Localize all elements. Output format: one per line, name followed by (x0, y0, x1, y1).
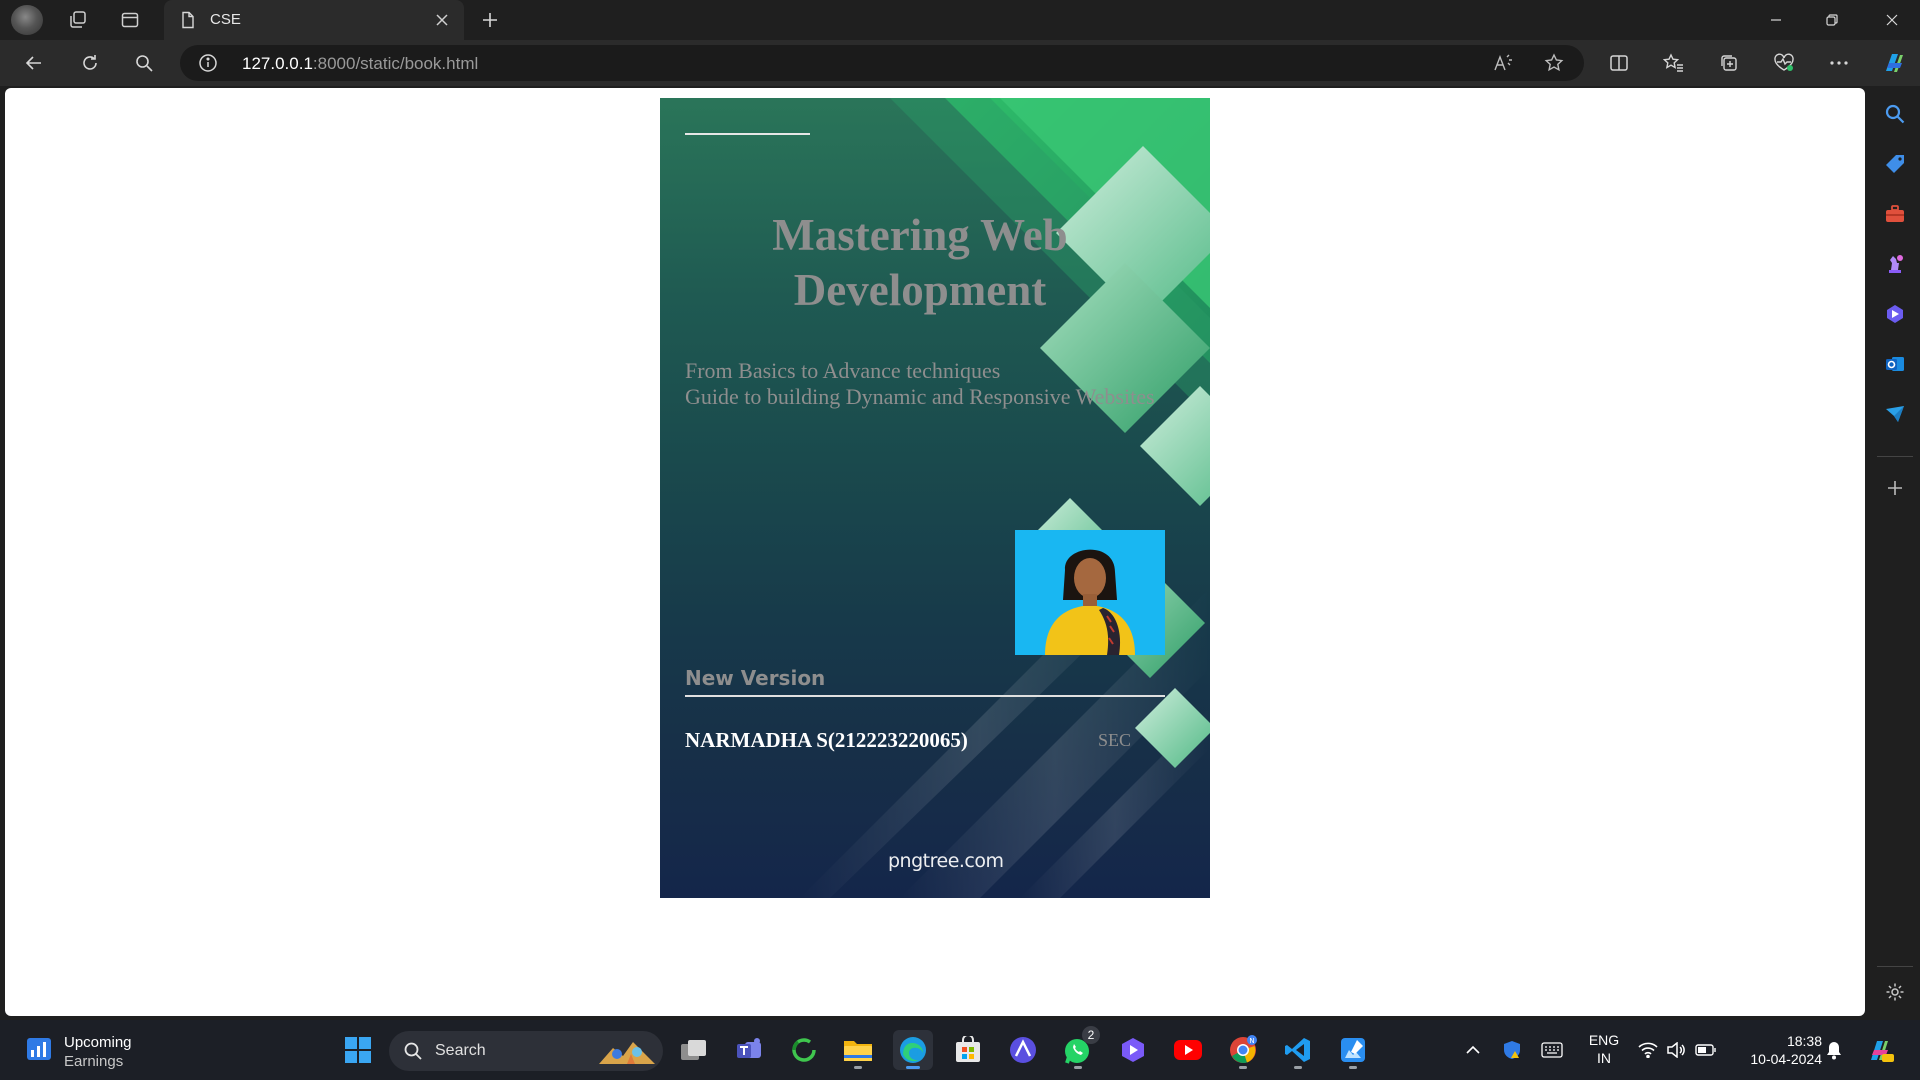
sidebar-search-icon[interactable] (1879, 98, 1911, 130)
author-photo (1015, 530, 1165, 655)
add-sidebar-app-icon[interactable] (1879, 472, 1911, 504)
edge-sidebar (1870, 88, 1920, 1016)
book-subtitle: From Basics to Advance techniques Guide … (685, 358, 1155, 409)
microsoft-store-icon[interactable] (948, 1030, 988, 1070)
person-portrait-icon (1045, 549, 1135, 655)
running-indicator (854, 1066, 862, 1069)
widgets-button[interactable]: Upcoming Earnings (26, 1034, 132, 1070)
site-info-icon[interactable] (198, 53, 218, 78)
running-indicator (1294, 1066, 1302, 1069)
address-bar[interactable]: 127.0.0.1:8000/static/book.html (180, 45, 1584, 81)
sidebar-settings-gear-icon[interactable] (1879, 976, 1911, 1008)
watermark-text: pngtree.com (888, 850, 1004, 872)
clock-date: 10-04-2024 (1750, 1051, 1822, 1067)
browser-essentials-icon[interactable] (1766, 45, 1802, 81)
sidebar-divider-bottom (1877, 966, 1913, 967)
shopping-tag-icon[interactable] (1879, 148, 1911, 180)
clipchamp-icon[interactable] (1113, 1030, 1153, 1070)
active-indicator (906, 1066, 920, 1069)
copilot-icon[interactable] (1876, 45, 1912, 81)
document-icon (180, 11, 196, 34)
url-text[interactable]: 127.0.0.1:8000/static/book.html (242, 54, 478, 74)
read-aloud-icon[interactable] (1490, 49, 1518, 77)
system-clock[interactable]: 18:38 10-04-2024 (1732, 1032, 1822, 1068)
split-screen-icon[interactable] (1601, 45, 1637, 81)
games-chess-icon[interactable] (1879, 248, 1911, 280)
proton-vpn-icon[interactable] (1003, 1030, 1043, 1070)
favorites-icon[interactable] (1656, 45, 1692, 81)
widget-title: Upcoming (64, 1034, 132, 1051)
show-hidden-icons-chevron-icon[interactable] (1453, 1030, 1493, 1070)
widget-subtitle: Earnings (64, 1053, 124, 1070)
vscode-icon[interactable] (1278, 1030, 1318, 1070)
tab-title: CSE (210, 11, 241, 28)
windows-logo-icon (345, 1037, 371, 1063)
paint-editor-icon[interactable] (1333, 1030, 1373, 1070)
security-shield-icon[interactable] (1494, 1030, 1530, 1070)
new-tab-button[interactable] (472, 4, 508, 36)
back-button[interactable] (16, 45, 52, 81)
collections-icon[interactable] (1711, 45, 1747, 81)
book-title: Mastering Web Development (772, 210, 1068, 315)
task-view-icon[interactable] (674, 1030, 714, 1070)
sidebar-divider (1877, 456, 1913, 457)
cover-divider (685, 695, 1165, 697)
chrome-icon[interactable]: N (1223, 1030, 1263, 1070)
battery-icon[interactable] (1688, 1030, 1724, 1070)
send-plane-icon[interactable] (1879, 398, 1911, 430)
start-button[interactable] (338, 1030, 378, 1070)
cover-top-line (685, 133, 810, 135)
tab-cse[interactable]: CSE (164, 0, 464, 40)
running-indicator (1074, 1066, 1082, 1069)
keyboard-icon[interactable] (1534, 1030, 1570, 1070)
tools-briefcase-icon[interactable] (1879, 198, 1911, 230)
copilot-preview-icon[interactable] (1860, 1030, 1900, 1070)
search-icon (404, 1042, 422, 1060)
svg-text:N: N (1249, 1037, 1254, 1045)
copilot-sidebar-icon[interactable] (1879, 298, 1911, 330)
whatsapp-icon[interactable]: 2 (1058, 1026, 1100, 1070)
page-viewport: Mastering Web Development From Basics to… (5, 88, 1865, 1016)
running-indicator (1349, 1066, 1357, 1069)
refresh-button[interactable] (72, 45, 108, 81)
author-name: NARMADHA S(212223220065) (685, 728, 968, 752)
clock-time: 18:38 (1786, 1033, 1822, 1049)
close-tab-icon[interactable] (430, 8, 454, 32)
book-cover: Mastering Web Development From Basics to… (660, 98, 1210, 898)
minimize-button[interactable] (1748, 0, 1804, 40)
more-menu-icon[interactable] (1821, 45, 1857, 81)
outlook-icon[interactable] (1879, 348, 1911, 380)
edge-browser-icon[interactable] (893, 1030, 933, 1070)
vertical-tabs-icon[interactable] (112, 4, 148, 36)
stock-chart-icon (27, 1038, 51, 1060)
workspaces-icon[interactable] (60, 4, 96, 36)
search-highlight-icon (599, 1042, 655, 1064)
profile-avatar[interactable] (11, 5, 43, 35)
favorite-star-icon[interactable] (1540, 49, 1568, 77)
whatsapp-badge: 2 (1082, 1026, 1100, 1044)
browser-titlebar: CSE (0, 0, 1920, 40)
search-label: Search (435, 1042, 486, 1059)
new-version-label: New Version (685, 666, 826, 690)
browser-toolbar: 127.0.0.1:8000/static/book.html (0, 40, 1920, 86)
notification-bell-icon[interactable] (1816, 1030, 1852, 1070)
youtube-icon[interactable] (1168, 1030, 1208, 1070)
windows-taskbar: Upcoming Earnings Search 2 N ENG IN 18:3… (0, 1020, 1920, 1080)
close-window-button[interactable] (1864, 0, 1920, 40)
taskbar-search[interactable]: Search (389, 1031, 663, 1071)
section-label: SEC (1098, 730, 1132, 750)
language-indicator[interactable]: ENG IN (1582, 1020, 1626, 1080)
restore-button[interactable] (1804, 0, 1860, 40)
file-explorer-icon[interactable] (838, 1030, 878, 1070)
running-indicator (1239, 1066, 1247, 1069)
refresh-app-icon[interactable] (784, 1030, 824, 1070)
search-icon[interactable] (126, 45, 162, 81)
teams-icon[interactable] (729, 1030, 769, 1070)
